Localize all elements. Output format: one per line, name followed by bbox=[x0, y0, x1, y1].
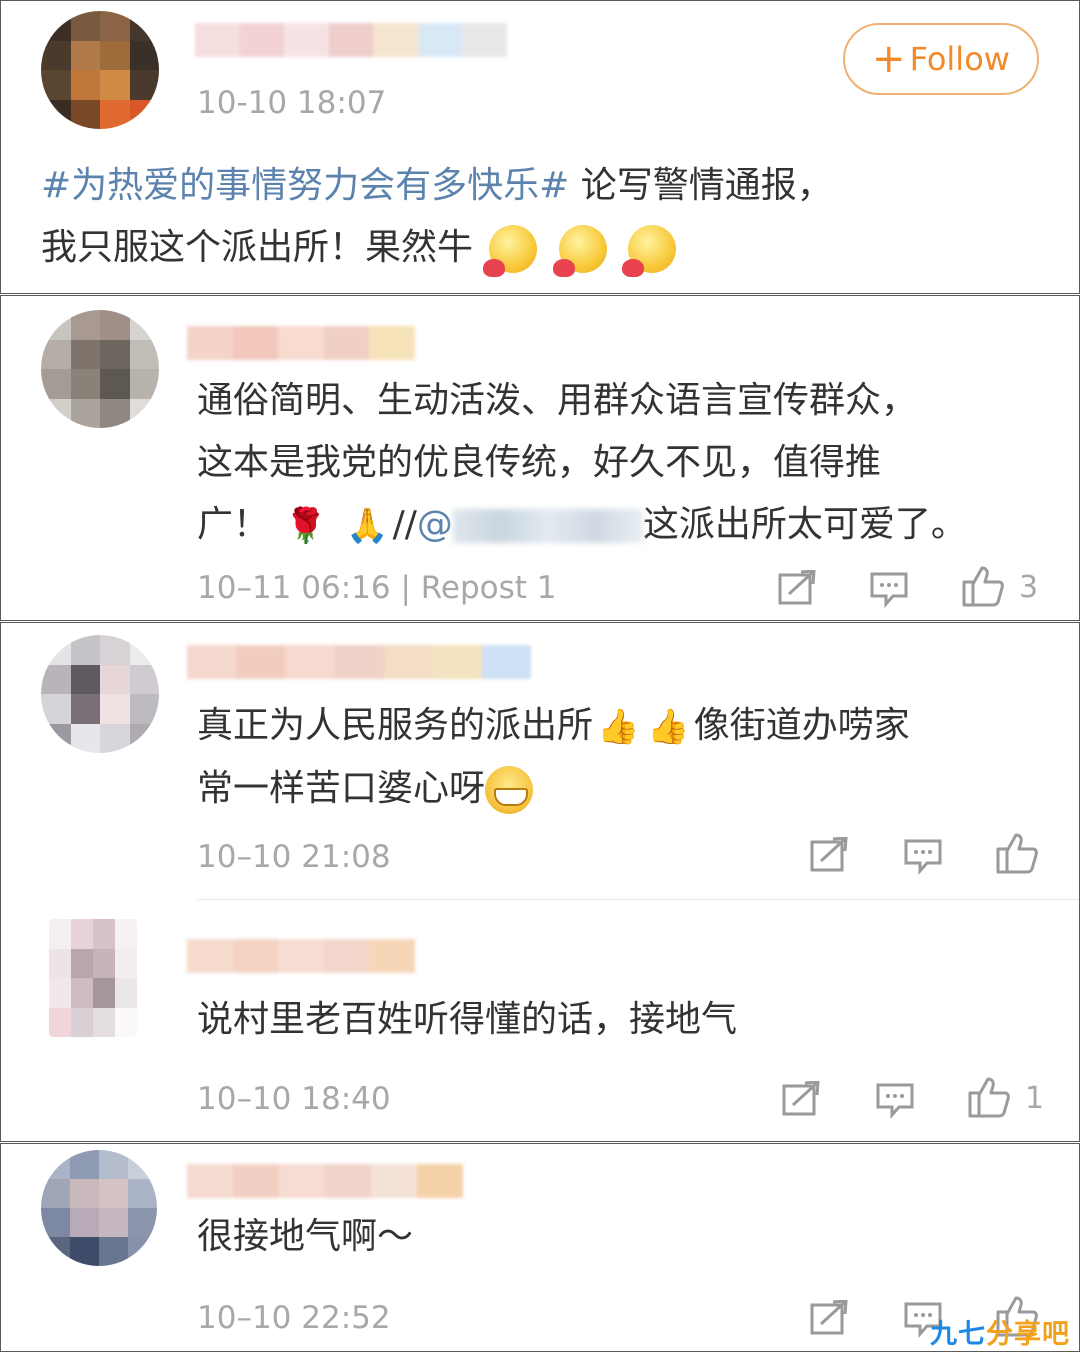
username-blurred[interactable] bbox=[187, 645, 531, 679]
comment-item: 通俗简明、生动活泼、用群众语言宣传群众， 这本是我党的优良传统，好久不见，值得推… bbox=[0, 295, 1080, 621]
repost-count[interactable]: | Repost 1 bbox=[400, 570, 556, 606]
blush-heart-emoji-icon bbox=[483, 225, 538, 277]
comment-time: 10–11 06:16 bbox=[197, 570, 391, 606]
repost-icon[interactable] bbox=[777, 570, 817, 606]
comment-timestamp: 10–11 06:16 | Repost 1 bbox=[197, 570, 557, 606]
comment-timestamp: 10–10 22:52 bbox=[197, 1300, 391, 1336]
thumbs-up-icon[interactable] bbox=[967, 1075, 1011, 1119]
like-count: 1 bbox=[1025, 1081, 1045, 1116]
comment-timestamp: 10–10 21:08 bbox=[197, 839, 391, 875]
username-blurred[interactable] bbox=[187, 1164, 463, 1198]
comment-icon[interactable] bbox=[903, 837, 943, 875]
post-text-line2: 我只服这个派出所！果然牛 bbox=[41, 227, 474, 268]
username-blurred[interactable] bbox=[187, 326, 415, 360]
topic-link[interactable]: #为热爱的事情努力会有多快乐# bbox=[41, 165, 569, 206]
comment-icon[interactable] bbox=[875, 1081, 915, 1119]
username-blurred[interactable] bbox=[187, 939, 415, 973]
post-text-line1: 论写警情通报， bbox=[569, 165, 833, 206]
comment-group: 真正为人民服务的派出所 👍 👍 像街道办唠家 常一样苦口婆心呀 10–10 21:08… bbox=[0, 622, 1080, 1142]
avatar[interactable] bbox=[41, 635, 159, 753]
avatar[interactable] bbox=[49, 919, 137, 1037]
thumbs-up-icon[interactable] bbox=[995, 831, 1039, 875]
avatar[interactable] bbox=[41, 310, 159, 428]
watermark: 九七分享吧 bbox=[930, 1312, 1070, 1351]
grin-emoji-icon bbox=[485, 766, 534, 814]
mention-link[interactable]: @ bbox=[417, 504, 453, 545]
watermark-part2: 分享吧 bbox=[986, 1319, 1070, 1350]
blush-heart-emoji-icon bbox=[622, 225, 677, 277]
repost-icon[interactable] bbox=[809, 837, 849, 873]
repost-separator: // bbox=[392, 504, 417, 545]
comment-line2: 这本是我党的优良传统，好久不见，值得推 bbox=[197, 442, 882, 483]
hands-emoji-icon: 🙏 bbox=[346, 506, 389, 546]
thumbs-up-icon[interactable] bbox=[961, 564, 1005, 608]
username-blurred[interactable] bbox=[195, 23, 508, 57]
comment-line3-start: 广！ bbox=[197, 504, 270, 545]
watermark-part1: 九七 bbox=[930, 1319, 986, 1350]
comment-line2: 常一样苦口婆心呀 bbox=[197, 768, 486, 809]
original-post: 10-10 18:07 + Follow #为热爱的事情努力会有多快乐# 论写警… bbox=[0, 0, 1080, 294]
comment-text: 通俗简明、生动活泼、用群众语言宣传群众， 这本是我党的优良传统，好久不见，值得推… bbox=[197, 370, 1057, 557]
rose-emoji-icon: 🌹 bbox=[284, 506, 327, 546]
post-timestamp: 10-10 18:07 bbox=[197, 85, 387, 121]
comment-line1: 通俗简明、生动活泼、用群众语言宣传群众， bbox=[197, 380, 918, 421]
comment-line1-end: 像街道办唠家 bbox=[693, 705, 910, 746]
avatar[interactable] bbox=[41, 1150, 157, 1266]
blush-heart-emoji-icon bbox=[552, 225, 607, 277]
comment-line1-start: 真正为人民服务的派出所 bbox=[197, 705, 594, 746]
comment-text: 很接地气啊～ bbox=[197, 1206, 1057, 1268]
comment-line1: 说村里老百姓听得懂的话，接地气 bbox=[197, 999, 738, 1040]
plus-icon: + bbox=[872, 36, 906, 82]
repost-icon[interactable] bbox=[781, 1081, 821, 1117]
thumbs-up-emoji-icon: 👍 bbox=[597, 707, 640, 747]
comment-item: 很接地气啊～ 10–10 22:52 bbox=[0, 1143, 1080, 1352]
follow-button[interactable]: + Follow bbox=[843, 23, 1039, 95]
thumbs-up-emoji-icon: 👍 bbox=[647, 707, 690, 747]
avatar[interactable] bbox=[41, 11, 159, 129]
mention-name-blurred[interactable] bbox=[452, 509, 643, 543]
repost-icon[interactable] bbox=[809, 1300, 849, 1336]
post-text: #为热爱的事情努力会有多快乐# 论写警情通报， 我只服这个派出所！果然牛 bbox=[41, 155, 1051, 279]
comment-timestamp: 10–10 18:40 bbox=[197, 1081, 391, 1117]
comment-divider bbox=[197, 899, 1079, 900]
like-count: 3 bbox=[1019, 570, 1039, 605]
follow-label: Follow bbox=[909, 40, 1010, 78]
comment-line3-end: 这派出所太可爱了。 bbox=[642, 504, 967, 545]
comment-icon[interactable] bbox=[869, 570, 909, 608]
comment-text: 说村里老百姓听得懂的话，接地气 bbox=[197, 989, 1057, 1051]
comment-text: 真正为人民服务的派出所 👍 👍 像街道办唠家 常一样苦口婆心呀 bbox=[197, 695, 1057, 820]
comment-line1: 很接地气啊～ bbox=[197, 1216, 414, 1257]
